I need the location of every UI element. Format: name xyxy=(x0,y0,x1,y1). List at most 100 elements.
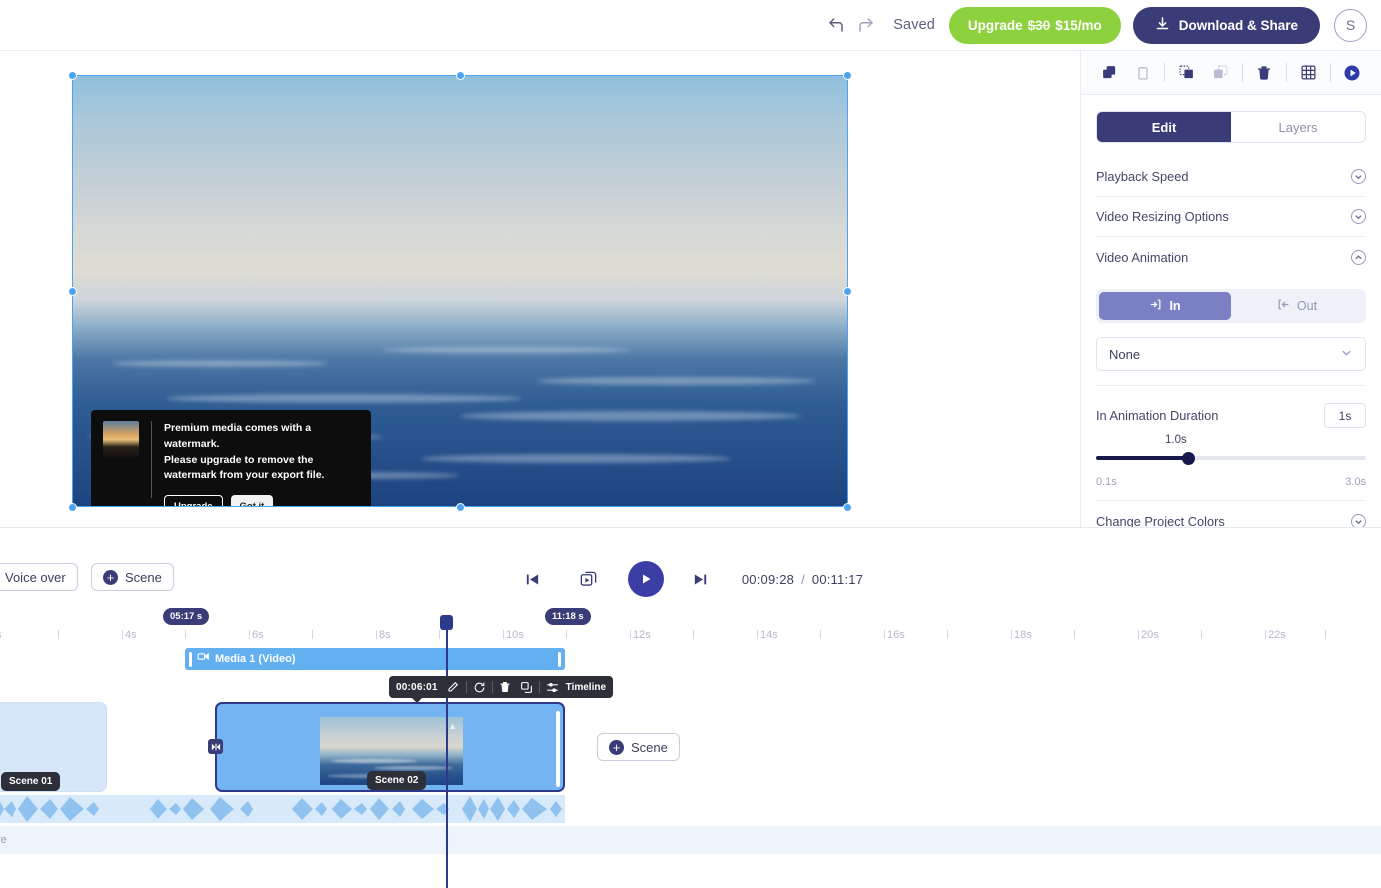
slider-min-label: 0.1s xyxy=(1096,476,1117,488)
animation-preset-value: None xyxy=(1109,346,1141,362)
section-video-resizing-options[interactable]: Video Resizing Options xyxy=(1096,197,1366,237)
section-video-animation[interactable]: Video Animation xyxy=(1096,237,1366,277)
play-button[interactable] xyxy=(627,561,664,597)
ruler-tick-label: 6s xyxy=(252,629,264,641)
watermark-text-line2: Please upgrade to remove the xyxy=(164,453,314,466)
animation-inout-toggle: In Out xyxy=(1096,289,1366,323)
timeline-icon[interactable] xyxy=(542,676,563,698)
ruler-tick-label: 18s xyxy=(1014,629,1032,641)
clip-trim-left-handle[interactable] xyxy=(189,651,192,667)
paste-icon[interactable] xyxy=(1126,58,1159,88)
ruler-tick-label: 12s xyxy=(633,629,651,641)
animation-out-tab[interactable]: Out xyxy=(1231,292,1363,320)
in-animation-duration-slider[interactable]: 1.0s xyxy=(1096,434,1366,472)
playhead[interactable] xyxy=(446,615,448,888)
resize-handle-bottom-right[interactable] xyxy=(843,503,852,512)
undo-icon[interactable] xyxy=(821,10,851,40)
send-to-back-icon[interactable] xyxy=(1203,58,1236,88)
audio-clip[interactable] xyxy=(0,795,565,823)
upgrade-new-price: $15/mo xyxy=(1055,17,1102,33)
replace-icon[interactable] xyxy=(469,676,490,698)
canvas-area: Premium media comes with a watermark. Pl… xyxy=(0,51,1081,527)
clip-start-chip: 05:17 s xyxy=(163,608,210,625)
current-time: 00:09:28 xyxy=(741,571,795,587)
time-separator: / xyxy=(801,571,805,587)
duplicate-icon[interactable] xyxy=(1093,58,1126,88)
avatar-initial: S xyxy=(1345,17,1356,33)
slider-knob[interactable] xyxy=(1182,452,1196,465)
clip-end-chip: 11:18 s xyxy=(545,608,591,625)
resize-handle-top-left[interactable] xyxy=(68,71,77,80)
chevron-up-icon[interactable] xyxy=(1351,249,1366,265)
redo-icon[interactable] xyxy=(851,10,881,40)
resize-handle-middle-right[interactable] xyxy=(843,287,852,296)
add-scene-button-right[interactable]: + Scene xyxy=(597,733,680,761)
skip-to-end-icon[interactable] xyxy=(686,564,716,594)
media-track: Media 1 (Video) xyxy=(0,645,1381,679)
tab-layers[interactable]: Layers xyxy=(1231,112,1365,142)
scene-label: Scene 01 xyxy=(1,772,61,791)
divider xyxy=(1329,63,1331,82)
divider xyxy=(1285,63,1287,82)
media-clip-label: Media 1 (Video) xyxy=(215,653,296,665)
copy-icon[interactable] xyxy=(516,676,537,698)
divider xyxy=(1241,63,1243,82)
media-clip[interactable]: Media 1 (Video) xyxy=(185,648,565,670)
section-playback-speed[interactable]: Playback Speed xyxy=(1096,157,1366,197)
tab-edit[interactable]: Edit xyxy=(1097,112,1231,142)
divider xyxy=(491,681,493,693)
scene-item-02[interactable]: ▲ Scene 02 xyxy=(215,702,565,792)
download-share-button[interactable]: Download & Share xyxy=(1132,6,1320,44)
bring-to-front-icon[interactable] xyxy=(1170,58,1203,88)
playhead-handle[interactable] xyxy=(440,615,453,630)
chevron-down-icon[interactable] xyxy=(1351,169,1366,184)
add-scene-right-label: Scene xyxy=(631,739,668,755)
skip-to-start-icon[interactable] xyxy=(518,564,548,594)
animation-in-tab[interactable]: In xyxy=(1099,292,1231,320)
text-track[interactable]: re xyxy=(0,826,1381,854)
download-share-label: Download & Share xyxy=(1178,17,1298,33)
scene-item-01[interactable]: Scene 01 xyxy=(0,702,107,792)
trash-icon[interactable] xyxy=(495,676,516,698)
video-preview[interactable]: Premium media comes with a watermark. Pl… xyxy=(72,75,848,507)
delete-icon[interactable] xyxy=(1248,58,1281,88)
ruler-tick-label: s xyxy=(0,629,2,641)
upgrade-old-price: $30 xyxy=(1027,17,1051,33)
tooltip-arrow xyxy=(411,697,423,703)
resize-handle-top-center[interactable] xyxy=(456,71,465,80)
in-animation-duration-input[interactable] xyxy=(1324,403,1366,428)
chevron-down-icon[interactable] xyxy=(1351,209,1366,224)
download-icon xyxy=(1155,16,1170,34)
arrow-out-icon xyxy=(1277,298,1290,314)
watermark-upgrade-button[interactable]: Upgrade xyxy=(164,495,223,506)
divider xyxy=(151,421,152,498)
upgrade-button[interactable]: Upgrade $30 $15/mo xyxy=(948,6,1121,44)
duplicate-frame-icon[interactable] xyxy=(574,564,604,594)
in-animation-duration-row: In Animation Duration xyxy=(1096,403,1366,428)
scene-trim-handle[interactable] xyxy=(556,711,560,787)
arrow-in-icon xyxy=(1149,298,1162,314)
resize-handle-top-right[interactable] xyxy=(843,71,852,80)
transition-icon[interactable] xyxy=(208,739,223,754)
watermark-text-line1: Premium media comes with a watermark. xyxy=(164,422,312,450)
clip-duration: 00:06:01 xyxy=(396,681,438,693)
ruler-tick-label: 16s xyxy=(887,629,905,641)
grid-icon[interactable] xyxy=(1292,58,1325,88)
resize-handle-bottom-left[interactable] xyxy=(68,503,77,512)
timeline-controls-bar: Voice over + Scene 00:09:28 / 00:11:17 xyxy=(0,527,1381,605)
resize-handle-bottom-center[interactable] xyxy=(456,503,465,512)
watermark-gotit-button[interactable]: Got it xyxy=(230,495,274,506)
scene-label: Scene 02 xyxy=(367,771,427,790)
timeline-ruler[interactable]: s 4s 6s 8s 10s 12s 14s 16s 18s 20s 22s 0… xyxy=(0,608,1381,645)
timeline-button-label: Timeline xyxy=(565,681,607,693)
divider xyxy=(465,681,467,693)
resize-handle-middle-left[interactable] xyxy=(68,287,77,296)
pencil-icon[interactable] xyxy=(443,676,464,698)
animation-preset-select[interactable]: None xyxy=(1096,337,1366,371)
upgrade-prefix: Upgrade xyxy=(967,17,1023,33)
avatar[interactable]: S xyxy=(1334,8,1367,42)
ruler-tick-label: 4s xyxy=(125,629,137,641)
audio-track xyxy=(0,795,1381,825)
clip-trim-right-handle[interactable] xyxy=(558,651,561,667)
play-icon[interactable] xyxy=(1336,58,1369,88)
